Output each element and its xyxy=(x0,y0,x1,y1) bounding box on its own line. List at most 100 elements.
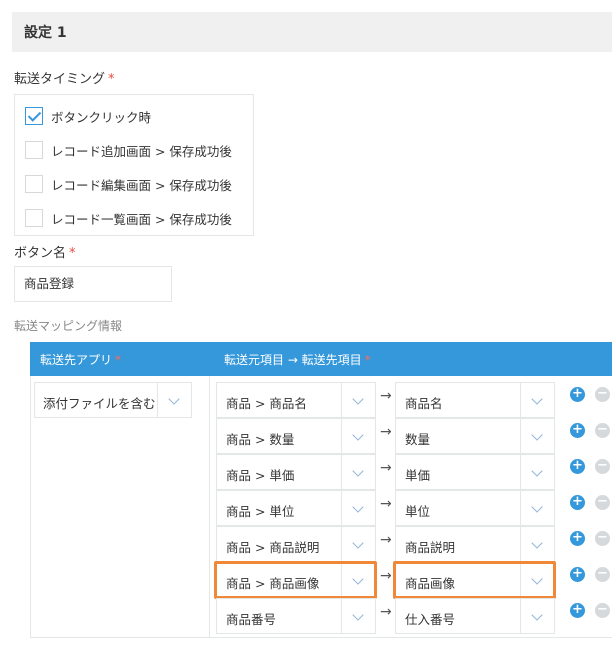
source-field-value: 商品 > 数量 xyxy=(226,432,295,447)
section-header xyxy=(12,12,612,52)
mapping-arrow-icon: → xyxy=(380,388,392,404)
mapping-arrow-icon: → xyxy=(380,496,392,512)
source-field-select[interactable]: 商品 > 数量 xyxy=(216,418,376,454)
target-field-value: 商品説明 xyxy=(405,540,456,555)
dest-app-select[interactable]: 添付ファイルを含む xyxy=(34,382,192,418)
timing-label: 転送タイミング * xyxy=(14,68,115,87)
header-fields: 転送元項目 → 転送先項目 * xyxy=(224,351,371,368)
dropdown-toggle[interactable] xyxy=(520,455,554,489)
timing-option-edit-screen[interactable]: レコード編集画面 > 保存成功後 xyxy=(25,173,232,195)
remove-row-button[interactable]: − xyxy=(595,387,610,402)
add-row-button[interactable]: + xyxy=(570,567,585,582)
required-mark: * xyxy=(364,353,371,367)
source-field-select[interactable]: 商品 > 商品名 xyxy=(216,382,376,418)
mapping-label: 転送マッピング情報 xyxy=(14,319,123,333)
target-field-value: 単位 xyxy=(405,504,431,519)
timing-option-label: レコード編集画面 > 保存成功後 xyxy=(51,177,232,193)
chevron-down-icon xyxy=(352,537,364,549)
chevron-down-icon xyxy=(531,609,543,621)
target-field-select[interactable]: 商品名 xyxy=(395,382,555,418)
source-field-value: 商品番号 xyxy=(226,612,277,627)
target-field-select[interactable]: 商品説明 xyxy=(395,526,555,562)
remove-row-button[interactable]: − xyxy=(595,459,610,474)
source-field-value: 商品 > 単位 xyxy=(226,504,295,519)
dropdown-toggle[interactable] xyxy=(520,419,554,453)
required-mark: * xyxy=(115,353,122,367)
remove-row-button[interactable]: − xyxy=(595,423,610,438)
timing-option-label: レコード追加画面 > 保存成功後 xyxy=(51,143,232,159)
dropdown-toggle[interactable] xyxy=(341,455,375,489)
add-row-button[interactable]: + xyxy=(570,459,585,474)
remove-row-button[interactable]: − xyxy=(595,567,610,582)
timing-option-list-screen[interactable]: レコード一覧画面 > 保存成功後 xyxy=(25,207,232,229)
chevron-down-icon xyxy=(168,393,180,405)
button-name-input[interactable]: 商品登録 xyxy=(14,266,172,302)
highlight-box xyxy=(214,561,377,599)
mapping-arrow-icon: → xyxy=(380,568,392,584)
timing-label-text: 転送タイミング xyxy=(14,72,106,87)
header-fields-text: 転送元項目 → 転送先項目 xyxy=(224,353,362,367)
required-mark: * xyxy=(108,72,115,87)
target-field-select[interactable]: 仕入番号 xyxy=(395,598,555,634)
dest-app-value: 添付ファイルを含む xyxy=(43,396,156,411)
add-row-button[interactable]: + xyxy=(570,387,585,402)
add-row-button[interactable]: + xyxy=(570,495,585,510)
chevron-down-icon xyxy=(352,501,364,513)
header-dest-app-text: 転送先アプリ xyxy=(40,353,113,367)
chevron-down-icon xyxy=(352,393,364,405)
source-field-select[interactable]: 商品番号 xyxy=(216,598,376,634)
mapping-arrow-icon: → xyxy=(380,604,392,620)
dropdown-toggle[interactable] xyxy=(520,527,554,561)
remove-row-button[interactable]: − xyxy=(595,531,610,546)
chevron-down-icon xyxy=(531,537,543,549)
chevron-down-icon xyxy=(352,609,364,621)
dropdown-toggle[interactable] xyxy=(520,383,554,417)
target-field-select[interactable]: 単位 xyxy=(395,490,555,526)
target-field-value: 商品名 xyxy=(405,396,443,411)
mapping-arrow-icon: → xyxy=(380,460,392,476)
source-field-value: 商品 > 単価 xyxy=(226,468,295,483)
chevron-down-icon xyxy=(531,501,543,513)
dropdown-toggle[interactable] xyxy=(520,491,554,525)
target-field-value: 数量 xyxy=(405,432,431,447)
add-row-button[interactable]: + xyxy=(570,531,585,546)
column-divider xyxy=(209,376,210,638)
dropdown-toggle[interactable] xyxy=(341,599,375,633)
target-field-value: 仕入番号 xyxy=(405,612,456,627)
checkbox[interactable] xyxy=(25,141,43,159)
timing-option-add-screen[interactable]: レコード追加画面 > 保存成功後 xyxy=(25,139,232,161)
remove-row-button[interactable]: − xyxy=(595,603,610,618)
dropdown-toggle[interactable] xyxy=(341,491,375,525)
timing-option-button-click[interactable]: ボタンクリック時 xyxy=(25,105,151,127)
dropdown-toggle[interactable] xyxy=(341,527,375,561)
chevron-down-icon xyxy=(531,429,543,441)
checkbox[interactable] xyxy=(25,175,43,193)
checkbox[interactable] xyxy=(25,209,43,227)
checkbox-checked[interactable] xyxy=(25,107,43,125)
chevron-down-icon xyxy=(531,465,543,477)
required-mark: * xyxy=(69,246,76,261)
mapping-arrow-icon: → xyxy=(380,532,392,548)
chevron-down-icon xyxy=(352,429,364,441)
dest-app-dropdown-toggle[interactable] xyxy=(157,383,191,417)
header-dest-app: 転送先アプリ * xyxy=(40,351,121,368)
highlight-box xyxy=(393,561,556,599)
remove-row-button[interactable]: − xyxy=(595,495,610,510)
dropdown-toggle[interactable] xyxy=(341,419,375,453)
source-field-select[interactable]: 商品 > 単価 xyxy=(216,454,376,490)
source-field-select[interactable]: 商品 > 商品説明 xyxy=(216,526,376,562)
target-field-select[interactable]: 単価 xyxy=(395,454,555,490)
mapping-arrow-icon: → xyxy=(380,424,392,440)
target-field-select[interactable]: 数量 xyxy=(395,418,555,454)
dropdown-toggle[interactable] xyxy=(341,383,375,417)
button-name-label-text: ボタン名 xyxy=(14,246,67,261)
add-row-button[interactable]: + xyxy=(570,423,585,438)
dropdown-toggle[interactable] xyxy=(520,599,554,633)
section-title: 設定 1 xyxy=(24,25,67,41)
chevron-down-icon xyxy=(352,465,364,477)
chevron-down-icon xyxy=(531,393,543,405)
add-row-button[interactable]: + xyxy=(570,603,585,618)
source-field-select[interactable]: 商品 > 単位 xyxy=(216,490,376,526)
timing-option-label: レコード一覧画面 > 保存成功後 xyxy=(51,211,232,227)
timing-option-label: ボタンクリック時 xyxy=(51,109,152,125)
